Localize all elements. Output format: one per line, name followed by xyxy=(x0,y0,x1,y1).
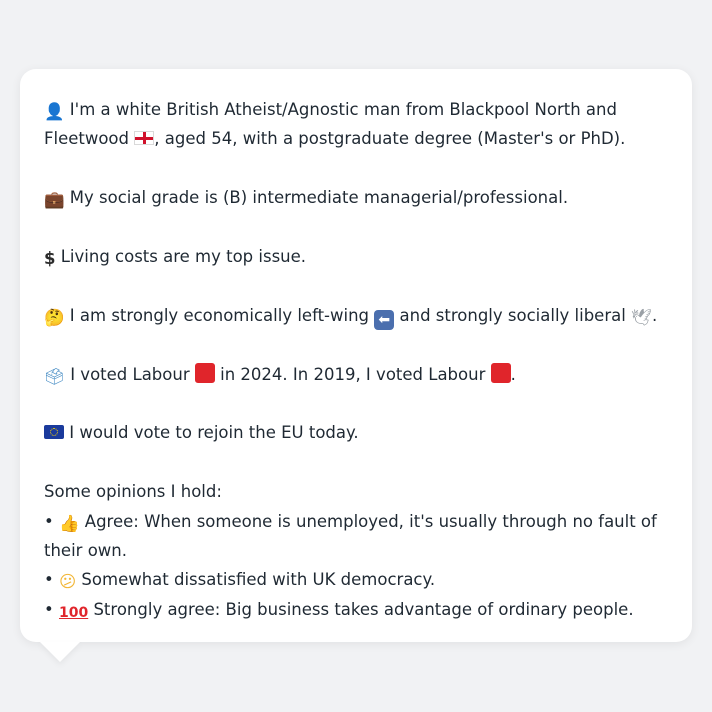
left-arrow-icon: ⬅ xyxy=(374,309,395,330)
thumbs-up-icon: 👍 xyxy=(58,513,80,533)
briefcase-icon: 💼 xyxy=(44,190,65,210)
opinion-item: • 👍 Agree: When someone is unemployed, i… xyxy=(44,507,668,566)
ballot-box-icon: 🗳 xyxy=(44,366,65,386)
confused-face-icon: 😕 xyxy=(58,572,77,592)
identity-text-b: , aged 54, with a postgraduate degree (M… xyxy=(154,129,626,149)
vote-text-b: in 2024. In 2019, I voted Labour xyxy=(214,364,491,384)
persona-card: 👤 I'm a white British Atheist/Agnostic m… xyxy=(20,69,692,642)
eu-line: I would vote to rejoin the EU today. xyxy=(44,418,668,447)
red-square-icon xyxy=(490,362,511,383)
top-issue-text: Living costs are my top issue. xyxy=(55,247,307,266)
dove-icon: 🕊 xyxy=(631,307,653,327)
red-square-icon xyxy=(194,362,215,383)
vote-history-line: 🗳 I voted Labour in 2024. In 2019, I vot… xyxy=(44,360,668,389)
opinions-heading: Some opinions I hold: xyxy=(44,482,222,502)
ideology-text-b: and strongly socially liberal xyxy=(394,305,632,325)
speech-bubble-tail xyxy=(40,642,80,662)
eu-text: I would vote to rejoin the EU today. xyxy=(64,423,359,443)
top-issue-line: $ Living costs are my top issue. xyxy=(44,242,668,271)
opinion-item: • 😕 Somewhat dissatisfied with UK democr… xyxy=(44,565,668,594)
opinion-text: Somewhat dissatisfied with UK democracy. xyxy=(76,570,436,590)
eu-flag-icon xyxy=(44,425,64,440)
page: 👤 I'm a white British Atheist/Agnostic m… xyxy=(0,0,712,712)
vote-text-c: . xyxy=(510,364,516,384)
bullet: • xyxy=(44,599,59,619)
ideology-text-a: I am strongly economically left-wing xyxy=(64,305,375,325)
opinion-text: Strongly agree: Big business takes advan… xyxy=(88,599,634,619)
social-grade-line: 💼 My social grade is (B) intermediate ma… xyxy=(44,183,668,212)
opinion-text: Agree: When someone is unemployed, it's … xyxy=(44,511,657,560)
dollar-icon: $ xyxy=(44,249,56,268)
bullet: • xyxy=(44,511,59,531)
bullet: • xyxy=(44,570,59,590)
vote-text-a: I voted Labour xyxy=(64,364,195,384)
opinion-item: • 100 Strongly agree: Big business takes… xyxy=(44,595,668,624)
england-flag-icon xyxy=(134,131,155,146)
identity-line: 👤 I'm a white British Atheist/Agnostic m… xyxy=(44,95,668,154)
person-icon: 👤 xyxy=(44,102,65,121)
ideology-line: 🤔 I am strongly economically left-wing ⬅… xyxy=(44,301,668,330)
ideology-text-c: . xyxy=(652,305,658,325)
social-grade-text: My social grade is (B) intermediate mana… xyxy=(64,188,569,208)
thinking-face-icon: 🤔 xyxy=(44,307,65,327)
hundred-points-icon: 100 xyxy=(58,604,89,621)
